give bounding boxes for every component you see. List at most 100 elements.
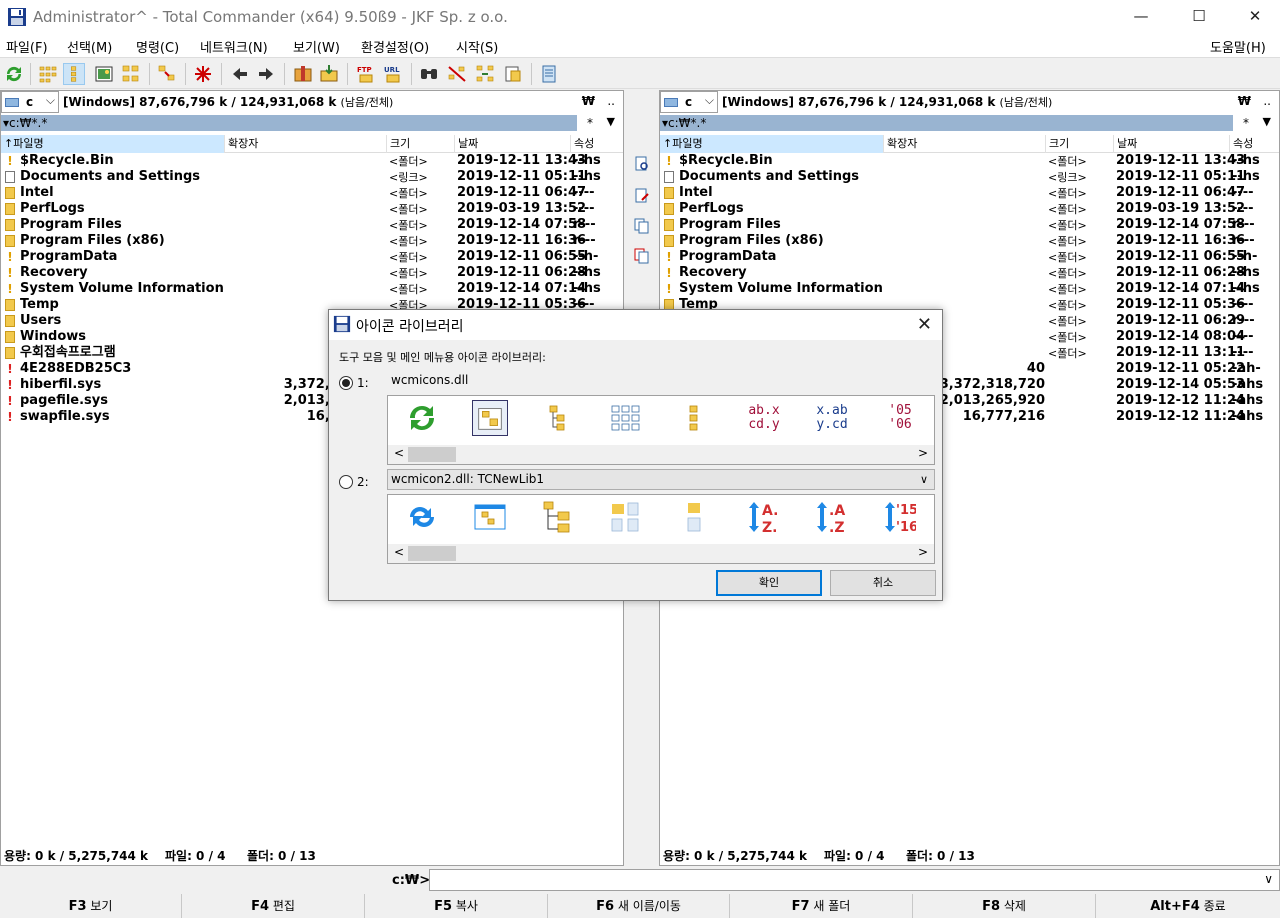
right-history-button[interactable]: ▼ [1263,115,1271,128]
sort-ext-text-icon[interactable]: ab.x cd.y [744,404,784,440]
window-view-icon[interactable] [472,499,508,535]
folder-tree-icon[interactable] [540,499,576,535]
scroll-right-arrow[interactable]: > [918,446,928,460]
invert-selection-icon[interactable] [192,63,214,85]
col-name[interactable]: ↑파일명 [660,135,884,153]
close-button[interactable]: ✕ [1232,0,1278,33]
file-row[interactable]: ! System Volume Information <폴더> 2019-12-14… [1,281,623,297]
scroll-left-arrow[interactable]: < [394,545,404,559]
edit-file-icon[interactable] [634,188,650,204]
scroll-left-arrow[interactable]: < [394,446,404,460]
pack-files-icon[interactable] [292,63,314,85]
sync-dirs-icon[interactable] [474,63,496,85]
menu-help[interactable]: 도움말(H) [1210,37,1266,56]
sort-za-icon[interactable]: .A.Z [812,499,848,535]
folder-file-icon[interactable] [676,499,712,535]
back-arrow-icon[interactable] [229,63,251,85]
minimize-button[interactable]: — [1118,0,1164,33]
menu-network[interactable]: 네트워크(N) [200,37,268,56]
file-row[interactable]: ! $Recycle.Bin <폴더> 2019-12-11 13:43 --hs [660,153,1279,169]
col-ext[interactable]: 확장자 [884,135,1046,153]
icon-library-1-list[interactable]: ab.x cd.y x.ab y.cd '05'06 < > [387,395,935,465]
f6-move-button[interactable]: F6 새 이름/이동 [548,894,730,918]
menu-configuration[interactable]: 환경설정(O) [361,37,429,56]
thumbnail-view-icon[interactable] [93,63,115,85]
right-drive-selector[interactable]: c ⌵ [660,91,718,113]
file-row[interactable]: ! Recovery <폴더> 2019-12-11 06:28 --hs [660,265,1279,281]
f7-mkdir-button[interactable]: F7 새 폴더 [730,894,913,918]
option-2-radio[interactable] [339,475,353,489]
notepad-icon[interactable] [538,63,560,85]
chevron-down-icon[interactable]: ∨ [1264,872,1273,886]
f8-delete-button[interactable]: F8 삭제 [913,894,1096,918]
file-row[interactable]: PerfLogs <폴더> 2019-03-19 13:52 ---- [660,201,1279,217]
left-drive-selector[interactable]: c ⌵ [1,91,59,113]
forward-arrow-icon[interactable] [255,63,277,85]
sort-name-text-icon[interactable]: x.ab y.cd [812,404,852,440]
unpack-files-icon[interactable] [318,63,340,85]
refresh-icon[interactable] [404,400,440,436]
full-view-icon[interactable] [472,400,508,436]
f4-edit-button[interactable]: F4 편집 [182,894,365,918]
full-view-icon[interactable] [63,63,85,85]
right-path-bar[interactable]: ▾c:₩*.* [660,115,1233,131]
file-row[interactable]: ! Recovery <폴더> 2019-12-11 06:28 --hs [1,265,623,281]
menu-view[interactable]: 보기(W) [293,37,340,56]
command-line-input[interactable]: ∨ [429,869,1280,891]
icon-library-2-list[interactable]: A. Z. .A .Z '15'16 < > [387,494,935,564]
file-row[interactable]: ! $Recycle.Bin <폴더> 2019-12-11 13:43 --hs [1,153,623,169]
menu-mark[interactable]: 선택(M) [67,37,112,56]
col-name[interactable]: ↑파일명 [1,135,225,153]
right-root-button[interactable]: ₩ [1238,94,1251,108]
scroll-thumb[interactable] [408,546,456,561]
view-file-icon[interactable] [634,156,650,172]
left-root-button[interactable]: ₩ [582,94,595,108]
sort-date-icon[interactable]: '15'16 [880,499,916,535]
tree-view-icon[interactable] [540,400,576,436]
col-attr[interactable]: 속성 [571,135,623,153]
file-row[interactable]: ! ProgramData <폴더> 2019-12-11 06:55 --h- [1,249,623,265]
file-row[interactable]: Documents and Settings <링크> 2019-12-11 05:… [660,169,1279,185]
scroll-right-arrow[interactable]: > [918,545,928,559]
file-row[interactable]: Program Files <폴더> 2019-12-14 07:58 r--- [1,217,623,233]
menu-start[interactable]: 시작(S) [456,37,498,56]
ftp-connect-icon[interactable]: FTP [355,63,377,85]
col-date[interactable]: 날짜 [1114,135,1230,153]
file-row[interactable]: Intel <폴더> 2019-12-11 06:47 ---- [1,185,623,201]
sort-date-text-icon[interactable]: '05'06 [880,404,920,440]
left-history-button[interactable]: ▼ [607,115,615,128]
left-up-button[interactable]: .. [607,94,615,108]
file-row[interactable]: Program Files <폴더> 2019-12-14 07:58 r--- [660,217,1279,233]
menu-file[interactable]: 파일(F) [6,37,48,56]
cancel-button[interactable]: 취소 [830,570,936,596]
f5-copy-button[interactable]: F5 복사 [365,894,548,918]
compare-dirs-icon[interactable] [156,63,178,85]
brief-view-icon[interactable] [608,400,644,436]
left-filter-star[interactable]: * [587,116,593,130]
col-attr[interactable]: 속성 [1230,135,1279,153]
move-file-icon[interactable] [634,248,650,264]
icon-list-2-scrollbar[interactable]: < > [388,544,934,563]
brief-view-icon[interactable] [37,63,59,85]
file-row[interactable]: PerfLogs <폴더> 2019-03-19 13:52 ---- [1,201,623,217]
col-date[interactable]: 날짜 [455,135,571,153]
dialog-close-button[interactable]: ✕ [917,314,932,335]
list-view-icon[interactable] [676,400,712,436]
option-1-radio[interactable] [339,376,353,390]
sort-az-icon[interactable]: A.Z. [744,499,780,535]
option-2-dll-combo[interactable]: wcmicon2.dll: TCNewLib1 ∨ [387,469,935,490]
folders-files-icon[interactable] [608,499,644,535]
left-path-bar[interactable]: ▾c:₩*.* [1,115,577,131]
menu-commands[interactable]: 명령(C) [136,37,179,56]
copy-names-icon[interactable] [502,63,524,85]
file-row[interactable]: Program Files (x86) <폴더> 2019-12-11 16:36 r… [660,233,1279,249]
multi-rename-icon[interactable] [446,63,468,85]
alt-f4-exit-button[interactable]: Alt+F4 종료 [1096,894,1280,918]
tree-view-icon[interactable] [120,63,142,85]
right-up-button[interactable]: .. [1263,94,1271,108]
url-connect-icon[interactable]: URL [382,63,404,85]
right-filter-star[interactable]: * [1243,116,1249,130]
refresh-icon[interactable] [3,63,25,85]
file-row[interactable]: Program Files (x86) <폴더> 2019-12-11 16:36 r… [1,233,623,249]
col-size[interactable]: 크기 [1046,135,1114,153]
